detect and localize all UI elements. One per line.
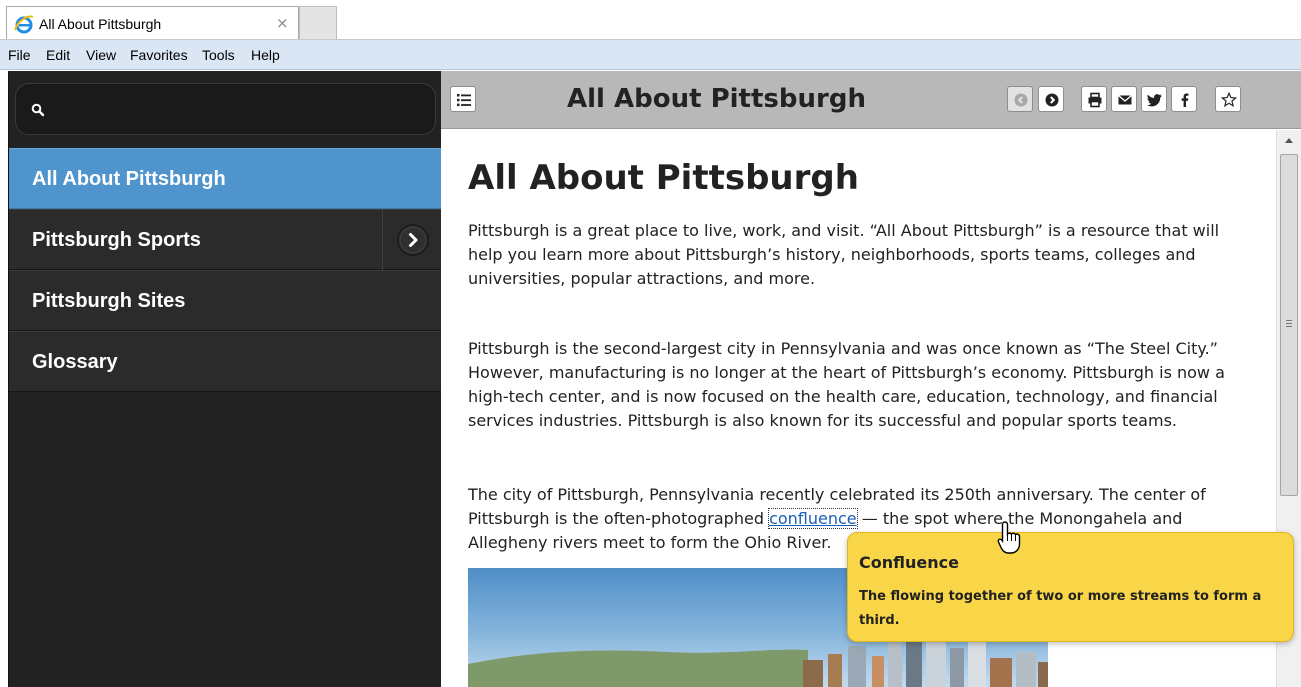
intro-paragraph: Pittsburgh is a great place to live, wor… — [468, 221, 1220, 288]
twitter-button[interactable] — [1141, 86, 1167, 112]
item-divider — [382, 210, 383, 270]
sidebar-item-label: Glossary — [32, 351, 118, 373]
facebook-icon — [1181, 93, 1189, 107]
sidebar-item-glossary[interactable]: Glossary — [9, 331, 442, 392]
facebook-button[interactable] — [1171, 86, 1197, 112]
sidebar-item-pittsburgh-sites[interactable]: Pittsburgh Sites — [9, 270, 442, 331]
sidebar-item-label: All About Pittsburgh — [32, 168, 226, 190]
menu-bar: File Edit View Favorites Tools Help — [0, 40, 1301, 70]
toc-button[interactable] — [450, 86, 476, 112]
tooltip-title: Confluence — [859, 553, 959, 572]
new-tab-button[interactable] — [299, 6, 337, 40]
list-icon — [457, 94, 471, 107]
sidebar-item-all-about-pittsburgh[interactable]: All About Pittsburgh — [9, 148, 442, 209]
chevron-right-icon[interactable] — [399, 226, 427, 254]
sidebar: All About Pittsburgh Pittsburgh Sports P… — [8, 71, 442, 687]
scroll-up-arrow-icon[interactable] — [1285, 138, 1293, 143]
menu-help[interactable]: Help — [251, 47, 280, 63]
menu-favorites[interactable]: Favorites — [130, 47, 188, 63]
close-tab-icon[interactable]: × — [276, 13, 289, 33]
content-header: All About Pittsburgh — [441, 71, 1301, 129]
thumb-grip — [1286, 323, 1292, 324]
menu-file[interactable]: File — [8, 47, 31, 63]
page-title: All About Pittsburgh — [468, 158, 859, 198]
scroll-thumb[interactable] — [1280, 154, 1298, 496]
search-icon — [31, 103, 45, 117]
favorite-button[interactable] — [1215, 86, 1241, 112]
ie-logo-icon — [14, 15, 34, 34]
confluence-link[interactable]: confluence — [768, 508, 858, 529]
history-paragraph: Pittsburgh is the second-largest city in… — [468, 339, 1225, 430]
tab-title: All About Pittsburgh — [39, 16, 162, 32]
search-input[interactable] — [15, 83, 436, 135]
twitter-icon — [1147, 94, 1162, 107]
browser-tab[interactable]: All About Pittsburgh × — [6, 6, 299, 40]
sidebar-nav: All About Pittsburgh Pittsburgh Sports P… — [9, 148, 442, 392]
star-icon — [1221, 92, 1237, 108]
browser-tab-bar: All About Pittsburgh × — [0, 0, 1301, 40]
print-button[interactable] — [1081, 86, 1107, 112]
tooltip-definition: The flowing together of two or more stre… — [859, 589, 1262, 628]
print-icon — [1088, 92, 1102, 108]
menu-view[interactable]: View — [86, 47, 116, 63]
sidebar-item-label: Pittsburgh Sites — [32, 290, 186, 312]
glossary-tooltip: Confluence The flowing together of two o… — [847, 532, 1294, 642]
thumb-grip — [1286, 326, 1292, 327]
hand-pointer-cursor-icon — [997, 521, 1021, 554]
thumb-grip — [1286, 320, 1292, 321]
sidebar-item-pittsburgh-sports[interactable]: Pittsburgh Sports — [9, 209, 442, 270]
forward-icon — [1045, 93, 1059, 107]
email-button[interactable] — [1111, 86, 1137, 112]
back-button[interactable] — [1007, 86, 1033, 112]
sidebar-item-label: Pittsburgh Sports — [32, 229, 201, 251]
header-title: All About Pittsburgh — [567, 84, 866, 114]
back-icon — [1014, 93, 1028, 107]
menu-edit[interactable]: Edit — [46, 47, 70, 63]
email-icon — [1118, 95, 1132, 105]
menu-tools[interactable]: Tools — [202, 47, 235, 63]
forward-button[interactable] — [1038, 86, 1064, 112]
